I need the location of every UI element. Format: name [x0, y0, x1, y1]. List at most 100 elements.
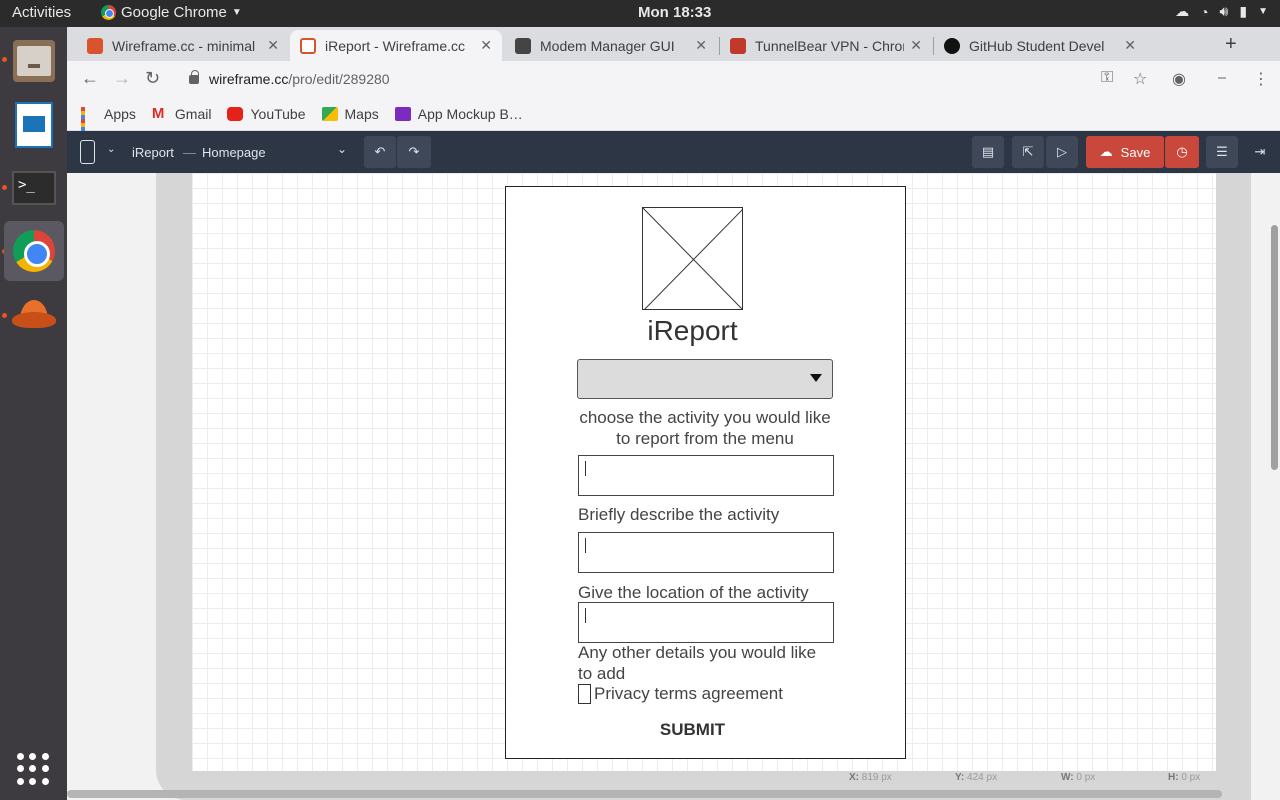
- tab[interactable]: GitHub Student Devel ✕: [934, 30, 1146, 61]
- settings-cloud-icon[interactable]: ☁: [1175, 3, 1189, 20]
- gmail-icon: M: [151, 104, 165, 122]
- chevron-down-icon[interactable]: ⌄: [107, 144, 115, 155]
- caret-down-icon: [810, 374, 822, 382]
- address-bar[interactable]: wireframe.cc/pro/edit/289280: [177, 63, 1207, 95]
- wifi-icon[interactable]: ◔: [1200, 4, 1208, 20]
- system-top-bar: Activities Google Chrome ▼ Mon 18:33 ☁ ◔…: [0, 0, 1280, 27]
- battery-icon[interactable]: ▮: [1239, 3, 1247, 20]
- key-icon[interactable]: ⚿: [1101, 69, 1113, 87]
- bookmark-youtube[interactable]: YouTube: [227, 105, 306, 122]
- details-label[interactable]: Any other details you would like to add: [578, 642, 818, 684]
- close-icon[interactable]: ✕: [480, 37, 492, 54]
- y-coordinate: Y: 424 px: [955, 772, 998, 783]
- tab-title: Modem Manager GUI: [540, 37, 675, 54]
- chevron-down-icon[interactable]: ▼: [1258, 6, 1268, 17]
- dock-chrome[interactable]: [4, 221, 64, 281]
- privacy-label[interactable]: Privacy terms agreement: [594, 683, 783, 704]
- mockup-title[interactable]: iReport: [506, 315, 879, 347]
- coordinates-readout: X: 819 px Y: 424 px W: 0 px H: 0 px: [843, 769, 1257, 789]
- activities-button[interactable]: Activities: [12, 4, 71, 21]
- page-selector[interactable]: Homepage: [202, 145, 266, 160]
- reload-button[interactable]: ↻: [145, 68, 160, 89]
- activity-description-input[interactable]: [578, 455, 834, 496]
- x-coordinate: X: 819 px: [849, 772, 892, 783]
- settings-button[interactable]: ☰: [1206, 136, 1238, 168]
- undo-button[interactable]: ↶: [364, 136, 396, 168]
- url-path: /pro/edit/289280: [288, 71, 390, 87]
- project-name[interactable]: iReport: [132, 145, 174, 160]
- vertical-scrollbar[interactable]: [1271, 225, 1278, 470]
- app-menu[interactable]: Google Chrome ▼: [101, 4, 242, 21]
- horizontal-scrollbar[interactable]: [67, 790, 1222, 798]
- redo-button[interactable]: ↷: [397, 136, 431, 168]
- activity-dropdown[interactable]: [577, 359, 833, 399]
- dock-terminal[interactable]: >_: [4, 158, 64, 218]
- bookmark-app-mockup[interactable]: App Mockup B…: [394, 106, 523, 122]
- back-button[interactable]: ←: [81, 68, 99, 89]
- bookmarks-bar: Apps M Gmail YouTube Maps App Mockup B…: [67, 97, 1280, 143]
- activity-location-input[interactable]: [578, 532, 834, 573]
- image-placeholder[interactable]: [642, 207, 743, 310]
- show-applications-icon[interactable]: [17, 753, 49, 785]
- preview-button[interactable]: ▷: [1046, 136, 1078, 168]
- logout-icon: ⇥: [1254, 144, 1266, 159]
- bookmark-gmail[interactable]: M Gmail: [152, 106, 212, 122]
- cloud-upload-icon: ☁: [1099, 144, 1113, 159]
- github-favicon-icon: [944, 37, 960, 54]
- terminal-icon: >_: [12, 171, 56, 205]
- chevron-down-icon[interactable]: ⌄: [337, 142, 347, 156]
- bookmark-label: Gmail: [174, 105, 212, 122]
- submit-button[interactable]: SUBMIT: [506, 720, 879, 740]
- save-button[interactable]: ☁ Save: [1086, 136, 1164, 168]
- menu-kebab-icon[interactable]: ⋮: [1253, 69, 1269, 89]
- activity-help-text[interactable]: choose the activity you would like to re…: [577, 407, 833, 449]
- editor-canvas-area: iReport choose the activity you would li…: [67, 173, 1280, 800]
- tunnelbear-favicon-icon: [730, 37, 746, 54]
- clock[interactable]: Mon 18:33: [638, 4, 711, 21]
- other-details-input[interactable]: [578, 602, 834, 643]
- mobile-mockup-frame[interactable]: iReport choose the activity you would li…: [505, 186, 906, 759]
- image-placeholder-cross-icon: [643, 208, 742, 309]
- save-label: Save: [1120, 144, 1151, 160]
- chevron-down-icon: ▼: [231, 7, 242, 18]
- bookmark-star-icon[interactable]: ☆: [1133, 69, 1147, 89]
- dock-files[interactable]: [4, 31, 64, 91]
- close-icon[interactable]: ✕: [695, 37, 707, 54]
- tab[interactable]: Wireframe.cc - minimal ✕: [77, 30, 289, 61]
- modem-favicon-icon: [515, 37, 531, 54]
- tab-active[interactable]: iReport - Wireframe.cc ✕: [290, 30, 502, 61]
- comments-button[interactable]: ▤: [972, 136, 1004, 168]
- lock-icon[interactable]: [189, 69, 199, 84]
- files-icon: [13, 40, 55, 82]
- close-icon[interactable]: ✕: [1124, 37, 1136, 54]
- document-writer-icon: [15, 102, 53, 148]
- extension-icon[interactable]: ◉: [1172, 69, 1186, 89]
- privacy-checkbox[interactable]: [578, 684, 591, 704]
- location-label[interactable]: Give the location of the activity: [578, 582, 809, 603]
- bookmark-apps[interactable]: Apps: [81, 106, 136, 143]
- share-button[interactable]: ⇱: [1012, 136, 1044, 168]
- mobile-device-icon[interactable]: [80, 140, 95, 164]
- dock-app[interactable]: [4, 285, 64, 345]
- bookmark-label: Maps: [344, 105, 379, 122]
- volume-icon[interactable]: 🔊︎: [1220, 3, 1229, 20]
- close-icon[interactable]: ✕: [910, 37, 922, 54]
- extension-icon[interactable]: ⎯: [1218, 69, 1226, 87]
- close-icon[interactable]: ✕: [267, 37, 279, 54]
- tab[interactable]: Modem Manager GUI ✕: [505, 30, 717, 61]
- tab[interactable]: TunnelBear VPN - Chrome ✕: [720, 30, 932, 61]
- exit-button[interactable]: ⇥: [1244, 136, 1276, 168]
- new-tab-button[interactable]: +: [1225, 33, 1237, 56]
- forward-button[interactable]: →: [113, 68, 131, 89]
- history-button[interactable]: ◷: [1165, 136, 1199, 168]
- comment-icon: ▤: [981, 144, 995, 159]
- system-tray[interactable]: ☁ ◔ 🔊︎ ▮ ▼: [1175, 3, 1268, 20]
- bookmark-maps[interactable]: Maps: [321, 105, 379, 122]
- bookmark-label: YouTube: [250, 105, 306, 122]
- maps-icon: [321, 106, 338, 121]
- dock-writer[interactable]: [4, 95, 64, 155]
- describe-label[interactable]: Briefly describe the activity: [578, 504, 779, 525]
- wireframe-favicon-icon: [87, 37, 103, 54]
- apps-grid-icon: [81, 106, 97, 143]
- app-menu-label: Google Chrome: [121, 4, 227, 21]
